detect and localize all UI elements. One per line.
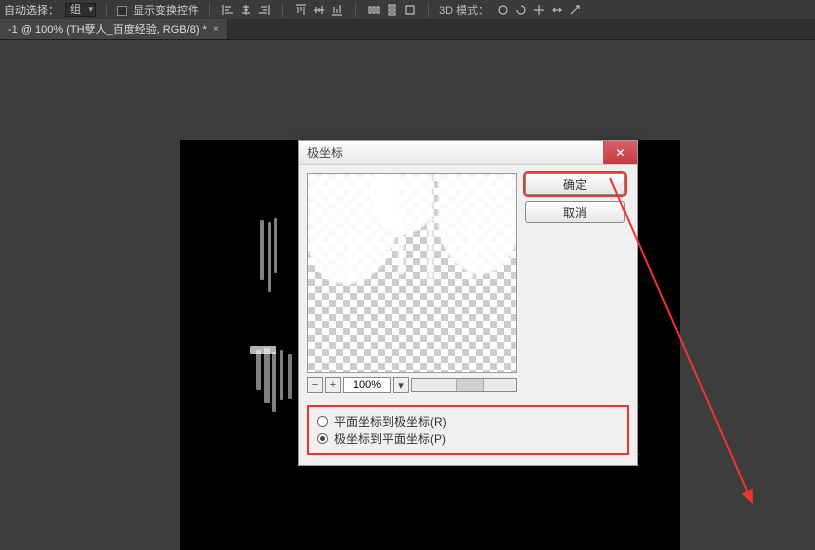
pan-icon[interactable] — [531, 2, 547, 18]
radio-icon — [317, 416, 328, 427]
cancel-button[interactable]: 取消 — [525, 201, 625, 223]
align-right-icon[interactable] — [256, 2, 272, 18]
slide-icon[interactable] — [549, 2, 565, 18]
distribute-group — [366, 2, 418, 18]
align-group-1 — [220, 2, 272, 18]
align-center-h-icon[interactable] — [238, 2, 254, 18]
mode-3d-label: 3D 模式： — [439, 2, 489, 18]
distribute-v-icon[interactable] — [384, 2, 400, 18]
checkbox-icon — [117, 6, 127, 16]
orbit-icon[interactable] — [495, 2, 511, 18]
align-bottom-icon[interactable] — [329, 2, 345, 18]
align-left-icon[interactable] — [220, 2, 236, 18]
zoom-in-button[interactable]: + — [325, 377, 341, 393]
zoom-controls: − + 100% ▾ — [307, 377, 517, 393]
distribute-space-icon[interactable] — [402, 2, 418, 18]
preview-area[interactable] — [307, 173, 517, 373]
scale-icon[interactable] — [567, 2, 583, 18]
dialog-close-button[interactable]: ✕ — [603, 141, 637, 164]
distribute-h-icon[interactable] — [366, 2, 382, 18]
radio-rect-to-polar[interactable]: 平面坐标到极坐标(R) — [317, 413, 619, 430]
align-group-2 — [293, 2, 345, 18]
auto-select-label: 自动选择： — [4, 2, 59, 18]
show-transform-controls[interactable]: 显示变换控件 — [117, 2, 199, 18]
auto-select-combo[interactable]: 组 — [65, 3, 96, 17]
radio-icon — [317, 433, 328, 444]
options-bar: 自动选择： 组 显示变换控件 3D 模式： — [0, 0, 815, 20]
polar-coordinates-dialog: 极坐标 ✕ − + 100% ▾ — [298, 140, 638, 466]
radio-polar-to-rect[interactable]: 极坐标到平面坐标(P) — [317, 430, 619, 447]
zoom-dropdown-icon[interactable]: ▾ — [393, 377, 409, 393]
document-tab-title: -1 @ 100% (TH孽人_百度经验, RGB/8) * — [8, 21, 207, 37]
align-top-icon[interactable] — [293, 2, 309, 18]
align-middle-icon[interactable] — [311, 2, 327, 18]
preview-scrollbar[interactable] — [411, 378, 517, 392]
zoom-value[interactable]: 100% — [343, 377, 391, 393]
mode-3d-icons — [495, 2, 583, 18]
document-tab[interactable]: -1 @ 100% (TH孽人_百度经验, RGB/8) * × — [0, 19, 228, 39]
dialog-titlebar[interactable]: 极坐标 ✕ — [299, 141, 637, 165]
dialog-title: 极坐标 — [307, 144, 343, 161]
conversion-options: 平面坐标到极坐标(R) 极坐标到平面坐标(P) — [307, 405, 629, 455]
roll-icon[interactable] — [513, 2, 529, 18]
close-x-icon: ✕ — [615, 146, 625, 160]
close-icon[interactable]: × — [213, 24, 219, 35]
ok-button[interactable]: 确定 — [525, 173, 625, 195]
document-tab-bar: -1 @ 100% (TH孽人_百度经验, RGB/8) * × — [0, 20, 815, 40]
zoom-out-button[interactable]: − — [307, 377, 323, 393]
